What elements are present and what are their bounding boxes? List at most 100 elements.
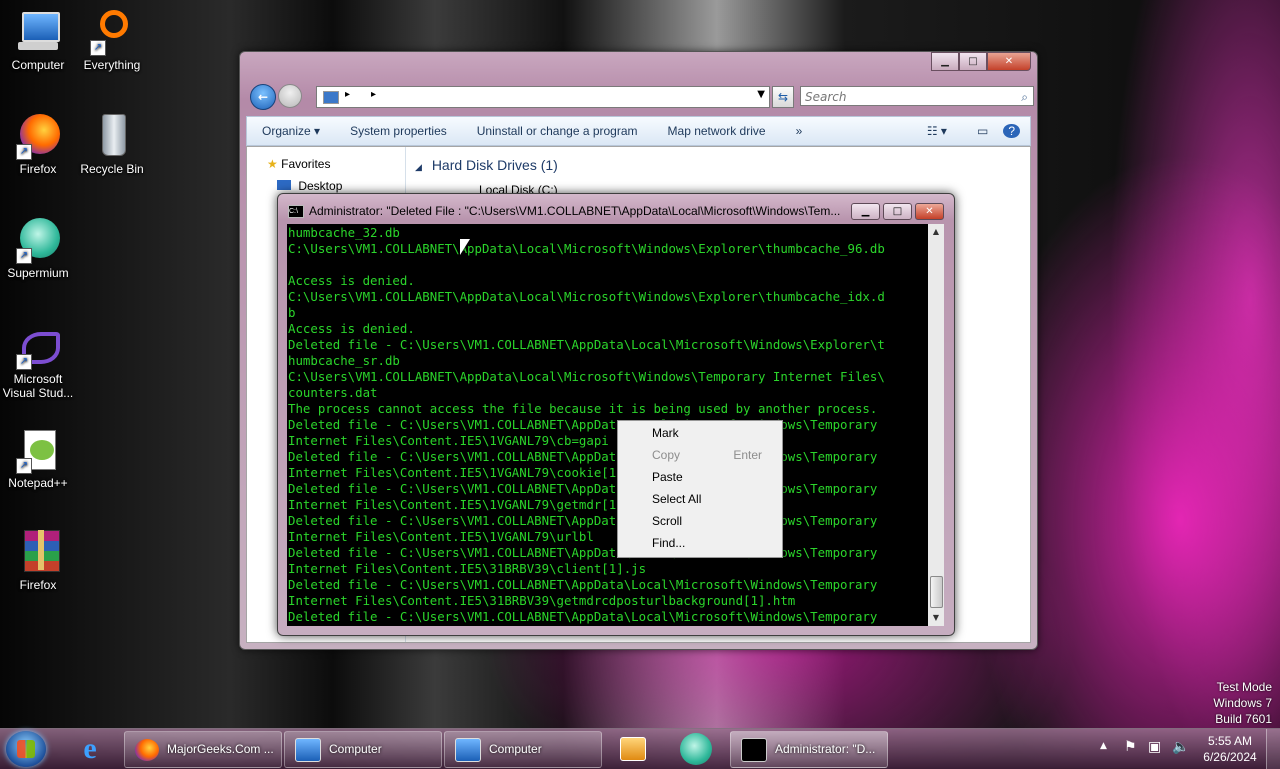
breadcrumb-arrow-icon[interactable]: ▸ [371,89,376,100]
everything-icon: ↗ [88,8,136,56]
mouse-cursor-icon [460,239,470,255]
menu-item-find[interactable]: Find... [618,532,782,554]
taskbar-clock[interactable]: 5:55 AM 6/26/2024 [1190,733,1270,765]
star-icon: ★ [267,157,278,171]
desktop-icon-recycle-bin[interactable]: Recycle Bin [74,112,150,176]
ie-taskbar-icon[interactable]: e [74,733,106,765]
firefox-icon [135,738,159,761]
desktop-icon-label: Notepad++ [8,476,68,490]
breadcrumb-arrow-icon[interactable]: ▸ [345,89,350,100]
nav-favorites-label: Favorites [281,157,331,171]
desktop-icon-label: Microsoft Visual Stud... [2,372,74,400]
show-hidden-icons-icon[interactable]: ▲ [1100,741,1107,751]
taskbar-button-computer-1[interactable]: Computer [284,731,442,768]
desktop-icon-supermium[interactable]: ↗ Supermium [0,216,76,280]
menu-item-mark[interactable]: Mark [618,422,782,444]
taskbar: e MajorGeeks.Com ... Computer Computer A… [0,728,1280,769]
firefox-icon: ↗ [14,112,62,160]
taskbar-button-admin-console[interactable]: Administrator: "D... [730,731,888,768]
view-options-icon[interactable]: ☷ ▾ [912,124,962,138]
maximize-button[interactable]: □ [959,52,987,71]
computer-icon [14,8,62,56]
console-close-button[interactable]: ✕ [915,203,944,220]
organize-button[interactable]: Organize ▾ [247,124,335,138]
desktop-icon-winrar-firefox[interactable]: Firefox [0,528,76,592]
start-button[interactable] [6,731,46,767]
shortcut-arrow-icon: ↗ [16,144,32,160]
watermark-line: Test Mode [1216,680,1272,694]
menu-item-paste[interactable]: Paste [618,466,782,488]
explorer-navbar: ← ▸ ▸ ▼ ⇆ Search ⌕ [248,82,1034,110]
close-button[interactable]: ✕ [987,52,1031,71]
console-scrollbar[interactable]: ▲ ▼ [928,224,944,626]
visual-studio-icon: ↗ [14,330,62,370]
preview-pane-icon[interactable]: ▭ [962,124,1003,138]
network-icon[interactable]: ▣ [1148,739,1161,755]
supermium-taskbar-icon[interactable] [680,733,712,765]
explorer-toolbar: Organize ▾ System properties Uninstall o… [246,116,1031,146]
desktop-icon-label: Firefox [19,162,57,176]
scroll-up-icon[interactable]: ▲ [928,224,944,240]
menu-item-copy[interactable]: Copy Enter [618,444,782,466]
desktop-icon-everything[interactable]: ↗ Everything [74,8,150,72]
more-commands-button[interactable]: » [781,124,818,138]
nav-desktop-label: Desktop [298,179,343,193]
scroll-thumb[interactable] [930,576,943,608]
clock-time: 5:55 AM [1207,734,1253,748]
desktop-icon-computer[interactable]: Computer [0,8,76,72]
help-icon[interactable]: ? [1003,124,1020,138]
back-button[interactable]: ← [250,84,276,110]
taskbar-button-computer-2[interactable]: Computer [444,731,602,768]
taskbar-button-label: Computer [489,742,542,756]
computer-small-icon [323,91,339,104]
desktop-icon-visual-studio[interactable]: ↗ Microsoft Visual Stud... [0,330,76,400]
media-player-taskbar-icon[interactable] [620,737,646,761]
explorer-window-controls: ▁ □ ✕ [931,52,1031,71]
console-window[interactable]: C:\ Administrator: "Deleted File : "C:\Us… [277,193,955,636]
taskbar-button-label: Computer [329,742,382,756]
menu-item-select-all[interactable]: Select All [618,488,782,510]
notepadpp-icon: ↗ [14,426,62,474]
action-center-flag-icon[interactable]: ⚑ [1124,739,1137,755]
map-network-drive-button[interactable]: Map network drive [653,124,781,138]
computer-icon [455,737,481,762]
search-placeholder: Search [805,90,847,104]
desktop-icon-label: Firefox [19,578,57,592]
recycle-bin-icon [88,112,136,160]
taskbar-button-firefox[interactable]: MajorGeeks.Com ... [124,731,282,768]
minimize-button[interactable]: ▁ [931,52,959,71]
test-mode-watermark: Test Mode Windows 7 Build 7601 [1213,679,1272,727]
console-output[interactable]: humbcache_32.db C:\Users\VM1.COLLABNET\A… [287,224,928,626]
desktop-icon-notepadpp[interactable]: ↗ Notepad++ [0,426,76,490]
console-maximize-button[interactable]: □ [883,203,912,220]
uninstall-program-button[interactable]: Uninstall or change a program [462,124,653,138]
organize-label: Organize [262,124,311,138]
system-properties-button[interactable]: System properties [335,124,462,138]
forward-button[interactable] [278,84,302,108]
clock-date: 6/26/2024 [1203,750,1257,764]
taskbar-button-label: MajorGeeks.Com ... [167,742,274,756]
volume-muted-icon[interactable]: 🔈 [1172,739,1189,755]
nav-desktop[interactable]: Desktop [277,179,342,193]
search-input[interactable]: Search ⌕ [800,86,1034,106]
console-title-bar: C:\ Administrator: "Deleted File : "C:\Us… [288,204,848,220]
address-dropdown-icon[interactable]: ▼ [757,89,765,100]
windows-logo-icon [17,740,35,758]
menu-label: Find... [652,536,686,550]
menu-label: Paste [652,470,683,484]
menu-label: Mark [652,426,679,440]
hard-disk-drives-header[interactable]: ◢ Hard Disk Drives (1) [415,157,558,173]
watermark-line: Windows 7 [1213,696,1272,710]
desktop-icon-firefox[interactable]: ↗ Firefox [0,112,76,176]
shortcut-arrow-icon: ↗ [16,248,32,264]
console-title: Administrator: "Deleted File : "C:\Users… [309,204,841,218]
desktop-icon-label: Everything [83,58,141,72]
address-bar[interactable]: ▸ ▸ ▼ [316,86,770,108]
computer-icon [295,737,321,762]
menu-item-scroll[interactable]: Scroll [618,510,782,532]
console-minimize-button[interactable]: ▁ [851,203,880,220]
nav-favorites[interactable]: ★ Favorites [267,157,330,171]
refresh-button[interactable]: ⇆ [772,86,794,108]
scroll-down-icon[interactable]: ▼ [928,610,944,626]
shortcut-arrow-icon: ↗ [16,458,32,474]
